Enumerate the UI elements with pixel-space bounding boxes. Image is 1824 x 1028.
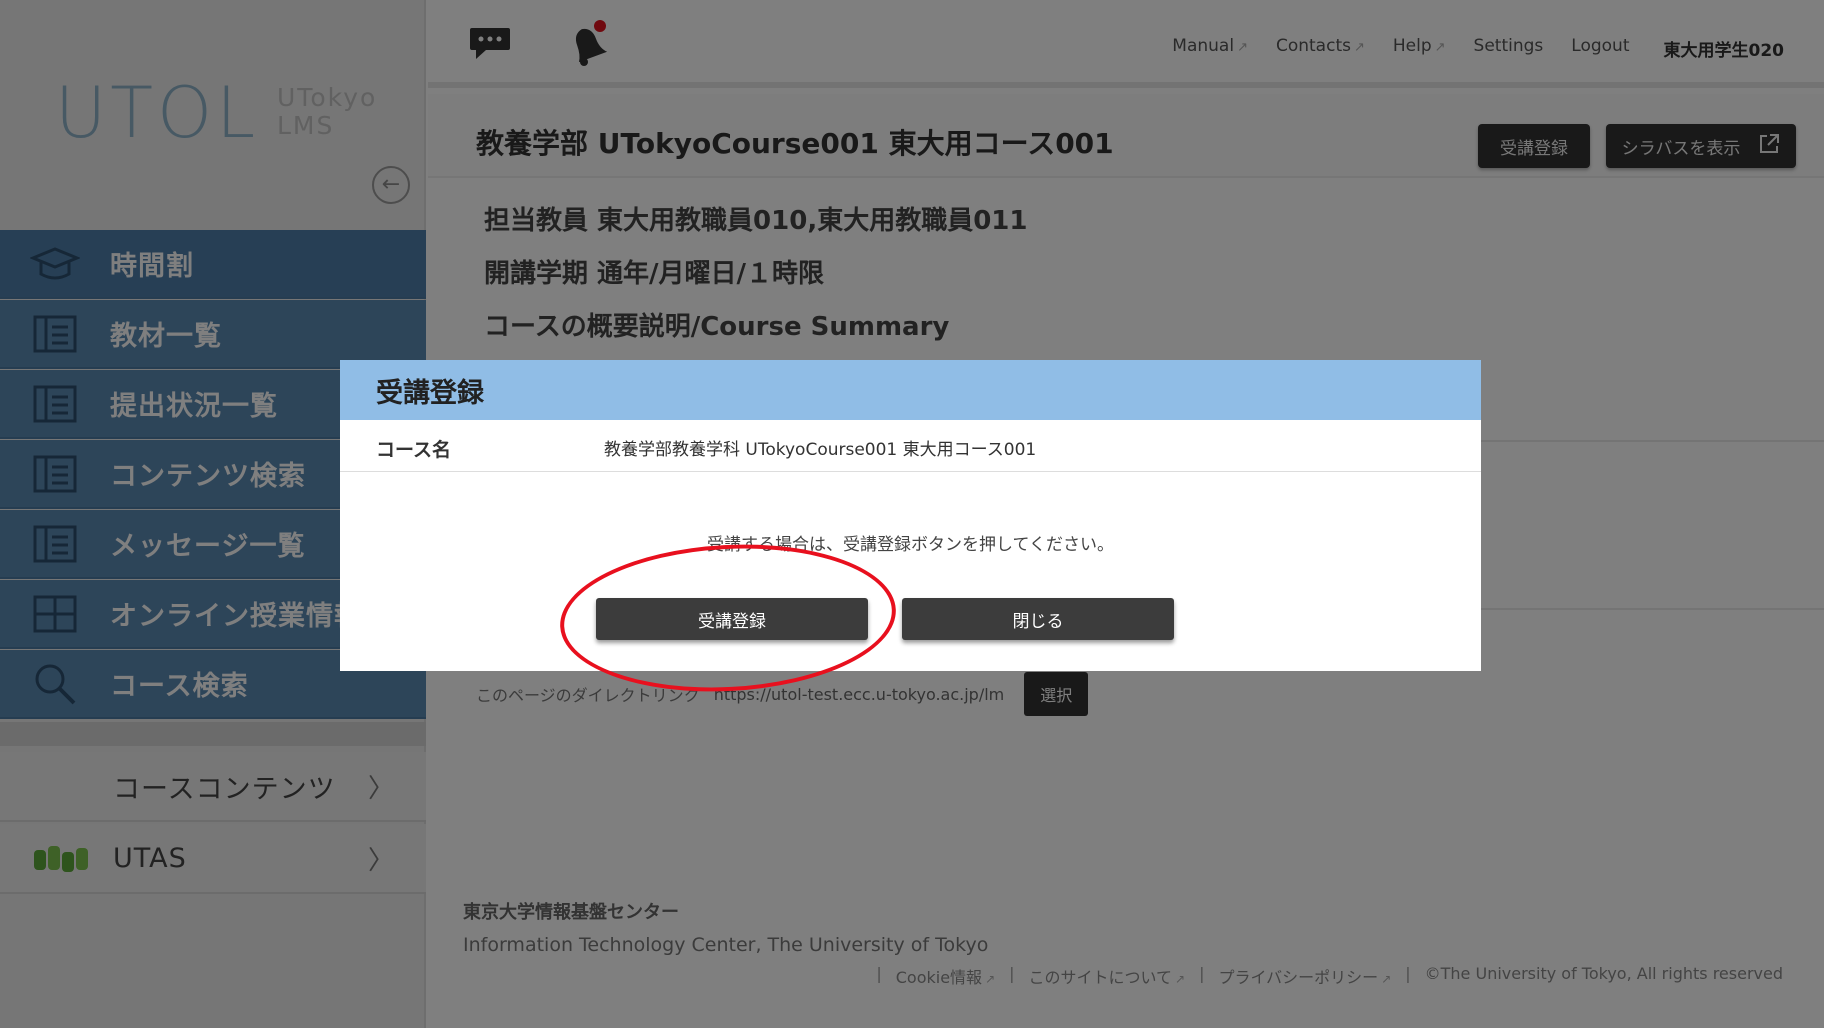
close-button[interactable]: 閉じる <box>902 598 1174 640</box>
dialog-course-row: コース名 教養学部教養学科 UTokyoCourse001 東大用コース001 <box>340 420 1481 472</box>
dialog-header: 受講登録 <box>340 360 1481 420</box>
course-name-value: 教養学部教養学科 UTokyoCourse001 東大用コース001 <box>604 440 1037 460</box>
course-name-label: コース名 <box>376 439 452 461</box>
dialog-title: 受講登録 <box>376 377 484 409</box>
enroll-dialog: 受講登録 コース名 教養学部教養学科 UTokyoCourse001 東大用コー… <box>340 360 1481 671</box>
dialog-message: 受講する場合は、受講登録ボタンを押してください。 <box>707 535 1114 555</box>
close-button-label: 閉じる <box>1012 611 1064 632</box>
